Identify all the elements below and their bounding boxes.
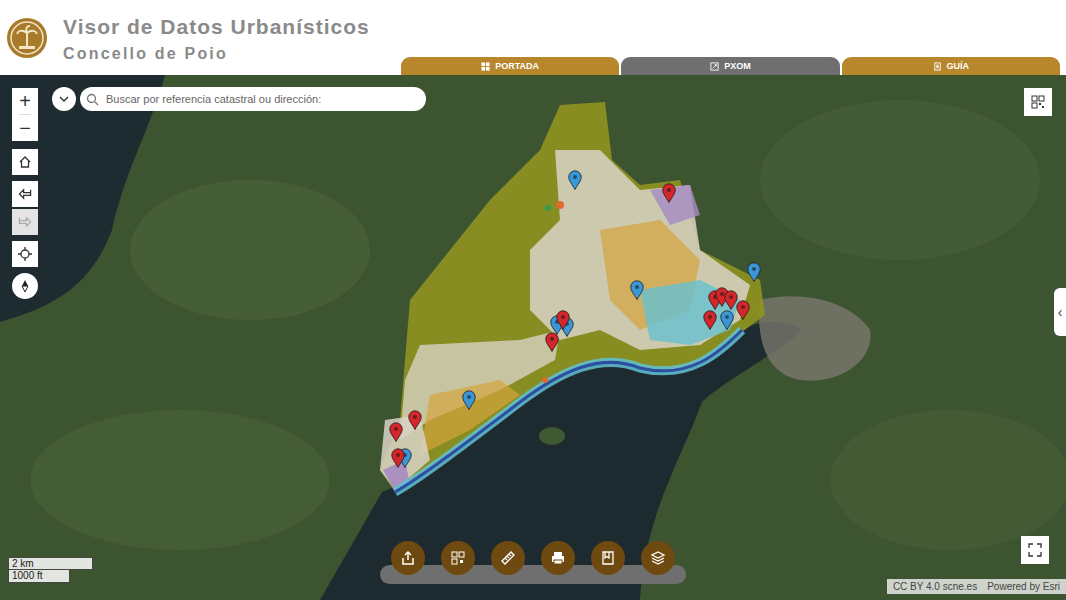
qr-button[interactable] — [1024, 88, 1052, 116]
tab[interactable]: PXOM — [621, 57, 839, 75]
pin-icon — [389, 422, 403, 442]
arrow-left-icon — [18, 187, 32, 201]
logo-icon — [6, 17, 48, 59]
zoom-out-button[interactable]: − — [19, 114, 31, 141]
pin-icon — [703, 310, 717, 330]
pin-icon — [736, 300, 750, 320]
zoom-control: + − — [12, 88, 38, 141]
toolbar — [391, 541, 675, 575]
pin-icon — [662, 183, 676, 203]
pin-icon — [720, 310, 734, 330]
map-marker[interactable] — [662, 183, 676, 203]
ruler-icon — [500, 550, 516, 566]
tab-bar: PORTADA PXOM GUÍA — [401, 57, 1060, 75]
tab-label: PORTADA — [495, 61, 539, 71]
expand-button[interactable] — [52, 87, 76, 111]
bookmark-button[interactable] — [591, 541, 625, 575]
layers-icon — [650, 550, 666, 566]
map-marker[interactable] — [389, 422, 403, 442]
pin-icon — [568, 170, 582, 190]
search-icon — [86, 93, 99, 106]
fullscreen-button[interactable] — [1021, 536, 1049, 564]
map-marker[interactable] — [736, 300, 750, 320]
toolbar-track — [380, 565, 686, 584]
scale-bar: 2 km 1000 ft — [8, 557, 93, 583]
share-button[interactable] — [391, 541, 425, 575]
map-marker[interactable] — [556, 310, 570, 330]
share-icon — [400, 550, 416, 566]
app-subtitle: Concello de Poio — [63, 45, 370, 63]
arrow-right-icon — [18, 215, 32, 229]
pin-icon — [556, 310, 570, 330]
qr-tool-button[interactable] — [441, 541, 475, 575]
chevron-down-icon — [58, 93, 70, 105]
tab-label: PXOM — [724, 61, 751, 71]
pin-icon — [391, 448, 405, 468]
map-marker[interactable] — [391, 448, 405, 468]
map-marker[interactable] — [545, 332, 559, 352]
pin-icon — [747, 262, 761, 282]
tab[interactable]: GUÍA — [842, 57, 1060, 75]
map-marker[interactable] — [703, 310, 717, 330]
home-button[interactable] — [12, 149, 38, 175]
app-title: Visor de Datos Urbanísticos — [63, 15, 370, 39]
grid-icon — [481, 62, 490, 71]
document-icon — [933, 62, 942, 71]
attribution-esri: Powered by Esri — [987, 581, 1060, 592]
locate-button[interactable] — [12, 241, 38, 267]
forward-button[interactable] — [12, 209, 38, 235]
compass-button[interactable] — [12, 273, 38, 299]
attribution-source: CC BY 4.0 scne.es — [893, 581, 977, 592]
pin-icon — [724, 290, 738, 310]
print-button[interactable] — [541, 541, 575, 575]
printer-icon — [550, 550, 566, 566]
map-marker[interactable] — [408, 410, 422, 430]
pin-icon — [408, 410, 422, 430]
map-marker[interactable] — [724, 290, 738, 310]
locate-icon — [18, 247, 32, 261]
map-doc-icon — [710, 62, 719, 71]
pin-icon — [462, 390, 476, 410]
pin-icon — [545, 332, 559, 352]
header: Visor de Datos Urbanísticos Concello de … — [0, 0, 1066, 75]
search-bar — [52, 87, 426, 111]
pin-icon — [630, 280, 644, 300]
compass-icon — [18, 279, 32, 293]
qr-code-icon — [1031, 95, 1045, 109]
map-marker[interactable] — [630, 280, 644, 300]
map[interactable]: + − ‹ — [0, 75, 1066, 600]
search-input[interactable] — [104, 92, 426, 106]
side-panel-toggle[interactable]: ‹ — [1054, 288, 1066, 336]
back-button[interactable] — [12, 181, 38, 207]
fullscreen-icon — [1028, 543, 1042, 557]
map-marker[interactable] — [462, 390, 476, 410]
measure-button[interactable] — [491, 541, 525, 575]
tab-label: GUÍA — [947, 61, 970, 71]
map-marker[interactable] — [747, 262, 761, 282]
scale-imperial: 1000 ft — [8, 570, 70, 583]
home-icon — [18, 155, 32, 169]
map-marker[interactable] — [568, 170, 582, 190]
bookmark-icon — [600, 550, 616, 566]
map-marker[interactable] — [720, 310, 734, 330]
layers-button[interactable] — [641, 541, 675, 575]
qr-code-icon — [450, 550, 466, 566]
attribution: CC BY 4.0 scne.es Powered by Esri — [887, 579, 1066, 594]
satellite-map[interactable] — [0, 75, 1066, 600]
scale-metric: 2 km — [8, 557, 93, 570]
zoom-in-button[interactable]: + — [19, 88, 31, 114]
search-box — [80, 87, 426, 111]
tab[interactable]: PORTADA — [401, 57, 619, 75]
